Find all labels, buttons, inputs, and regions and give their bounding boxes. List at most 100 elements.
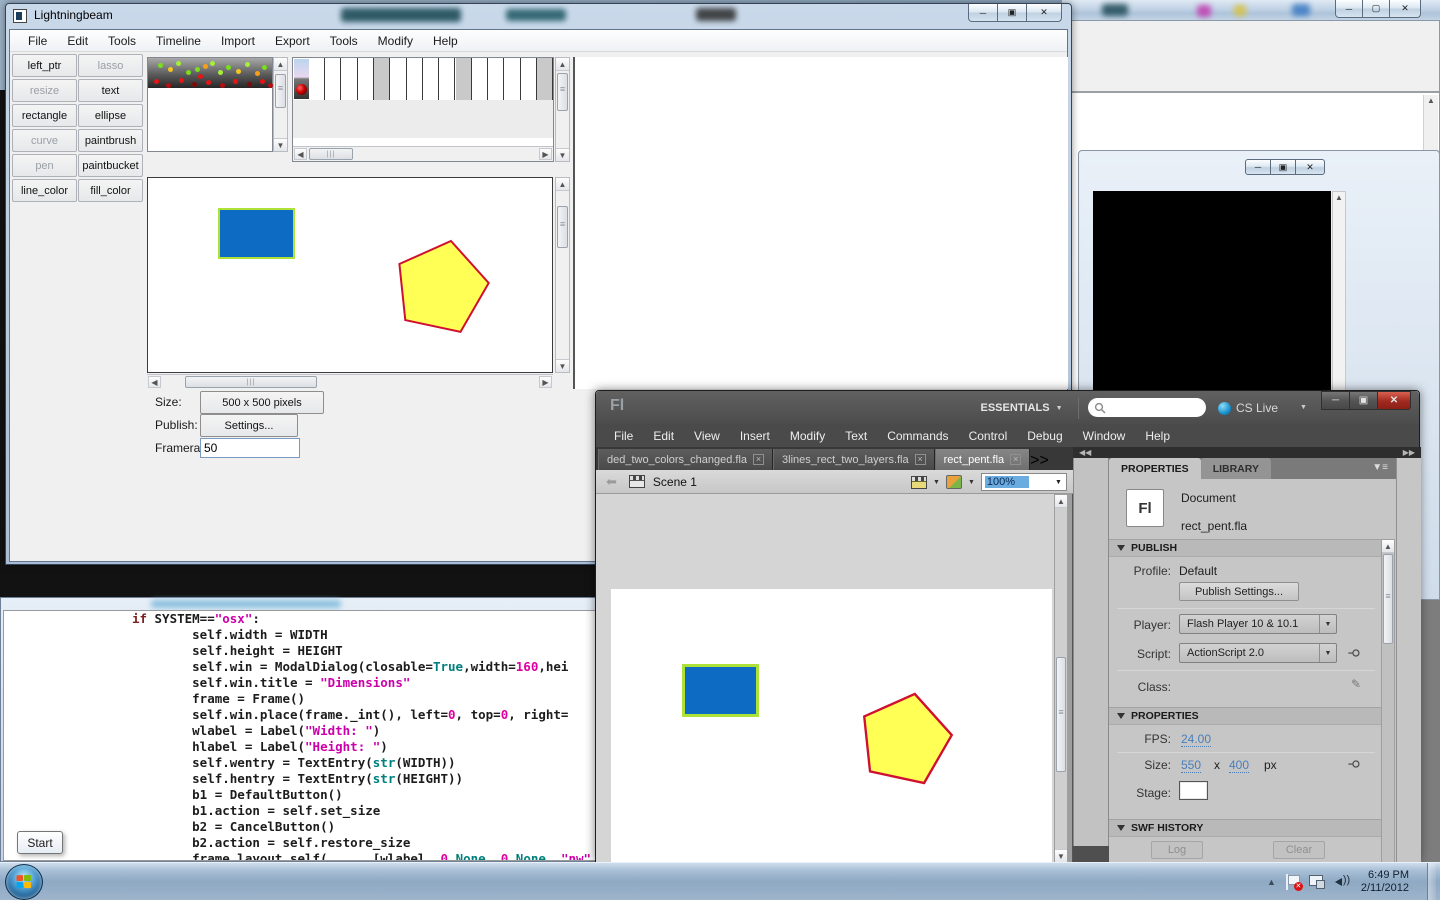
lb-tool-paintbrush[interactable]: paintbrush (78, 129, 143, 152)
timeline-vertical-scrollbar[interactable]: ▲ ▼ (273, 57, 288, 152)
lb-tool-paintbucket[interactable]: paintbucket (78, 154, 143, 177)
edit-symbols-icon[interactable] (946, 475, 962, 489)
scroll-up-icon[interactable]: ▲ (274, 58, 287, 71)
tab-close-icon[interactable]: × (915, 454, 926, 465)
minimize-icon[interactable]: ─ (1335, 0, 1363, 18)
scroll-up-icon[interactable]: ▲ (556, 58, 569, 71)
close-icon[interactable]: ✕ (1377, 391, 1411, 410)
lb-tool-rectangle[interactable]: rectangle (12, 104, 77, 127)
scroll-down-icon[interactable]: ▼ (1055, 849, 1067, 862)
flash-titlebar[interactable]: Fl ESSENTIALS▼ CS Live ▼ ─ ▣ ✕ (596, 391, 1419, 424)
chevron-down-icon[interactable]: ▼ (1055, 479, 1066, 486)
player-dropdown[interactable]: Flash Player 10 & 10.1▼ (1179, 614, 1337, 634)
stage-vertical-scrollbar[interactable]: ▲ ▼ (1054, 494, 1068, 863)
fps-value[interactable]: 24.00 (1181, 732, 1211, 747)
close-icon[interactable]: ✕ (1026, 4, 1062, 22)
action-center-icon[interactable]: ✕ (1286, 874, 1299, 890)
stage-height-value[interactable]: 400 (1229, 758, 1249, 773)
cs-live-button[interactable]: CS Live (1218, 398, 1278, 418)
scroll-right-icon[interactable]: ▶ (539, 148, 552, 160)
canvas-blue-rectangle[interactable] (218, 208, 295, 259)
timeline-frame-5[interactable] (374, 58, 390, 100)
scroll-down-icon[interactable]: ▼ (556, 148, 569, 161)
tab-close-icon[interactable]: × (753, 454, 764, 465)
timeline-frame-15[interactable] (537, 58, 553, 100)
lb-tool-resize[interactable]: resize (12, 79, 77, 102)
search-input[interactable] (1088, 398, 1206, 417)
lightningbeam-canvas[interactable] (147, 177, 553, 373)
timeline-frame-3[interactable] (342, 58, 358, 100)
flash-menu-view[interactable]: View (684, 426, 730, 446)
stage-yellow-pentagon[interactable] (856, 689, 954, 789)
scroll-left-icon[interactable]: ◀ (294, 148, 307, 160)
lb-tool-line_color[interactable]: line_color (12, 179, 77, 202)
show-hidden-icons-button[interactable]: ▲ (1267, 877, 1276, 887)
code-editor-content[interactable]: if SYSTEM=="osx": self.width = WIDTH sel… (3, 610, 598, 861)
properties-section-header[interactable]: PROPERTIES (1109, 707, 1381, 725)
size-button[interactable]: 500 x 500 pixels (200, 391, 324, 414)
framerate-input[interactable] (200, 438, 300, 458)
scroll-up-icon[interactable]: ▲ (1382, 540, 1394, 553)
wrench-icon[interactable]: ⚲ (1346, 759, 1362, 769)
lb-menu-1-edit[interactable]: Edit (57, 32, 98, 50)
maximize-icon[interactable]: ▣ (1349, 391, 1378, 410)
volume-icon[interactable]: )‌) (1335, 875, 1351, 889)
panel-scrollbar[interactable]: ▲ ▼ (1381, 539, 1395, 900)
minimize-icon[interactable]: ─ (1245, 159, 1271, 175)
scroll-right-icon[interactable]: ▶ (539, 376, 552, 388)
lb-tool-text[interactable]: text (78, 79, 143, 102)
stage-color-swatch[interactable] (1179, 781, 1208, 800)
scrollbar-thumb[interactable] (557, 206, 568, 248)
minimize-icon[interactable]: ─ (1321, 391, 1350, 410)
scrollbar-thumb[interactable] (185, 376, 317, 388)
lb-tool-ellipse[interactable]: ellipse (78, 104, 143, 127)
timeline-frame-11[interactable] (472, 58, 488, 100)
timeline-frames-panel[interactable]: ◀ ▶ (292, 57, 554, 162)
lb-tool-pen[interactable]: pen (12, 154, 77, 177)
timeline-frame-7[interactable] (407, 58, 423, 100)
flash-pasteboard[interactable] (596, 494, 1054, 863)
lb-tool-curve[interactable]: curve (12, 129, 77, 152)
timeline-layers-panel[interactable] (147, 57, 273, 152)
maximize-icon[interactable]: ▣ (997, 4, 1027, 22)
minimize-icon[interactable]: ─ (968, 4, 998, 22)
canvas-vertical-scrollbar[interactable]: ▲ ▼ (555, 177, 570, 373)
lb-tool-lasso[interactable]: lasso (78, 54, 143, 77)
clear-button[interactable]: Clear (1273, 841, 1325, 859)
start-button[interactable] (5, 864, 43, 900)
timeline-frame-10[interactable] (456, 58, 472, 100)
timeline-frame-12[interactable] (488, 58, 504, 100)
expand-panels-icon[interactable]: ▶▶ (1403, 448, 1415, 457)
scroll-up-icon[interactable]: ▲ (556, 178, 569, 191)
lb-tool-left_ptr[interactable]: left_ptr (12, 54, 77, 77)
publish-settings-button[interactable]: Settings... (200, 414, 298, 437)
lightningbeam-titlebar[interactable]: Lightningbeam (6, 4, 1071, 28)
zoom-value[interactable]: 100% (985, 476, 1029, 488)
flash-menu-help[interactable]: Help (1135, 426, 1180, 446)
timeline-frame-6[interactable] (391, 58, 407, 100)
flash-menu-commands[interactable]: Commands (877, 426, 958, 446)
tab-overflow-icon[interactable]: >> (1030, 452, 1049, 470)
publish-settings-button[interactable]: Publish Settings... (1179, 582, 1299, 601)
frames-vertical-scrollbar[interactable]: ▲ ▼ (555, 57, 570, 162)
lb-menu-8-help[interactable]: Help (423, 32, 468, 50)
timeline-keyframe-strip[interactable] (148, 58, 272, 88)
lb-menu-0-file[interactable]: File (18, 32, 57, 50)
timeline-frame-8[interactable] (423, 58, 439, 100)
flash-menu-control[interactable]: Control (959, 426, 1018, 446)
lb-menu-5-export[interactable]: Export (265, 32, 320, 50)
lb-menu-6-tools[interactable]: Tools (320, 32, 368, 50)
clock[interactable]: 6:49 PM 2/11/2012 (1361, 869, 1417, 895)
frames-strip[interactable] (293, 58, 553, 100)
back-arrow-icon[interactable]: ⬅ (606, 474, 617, 490)
layer-icon[interactable] (294, 59, 309, 99)
pencil-icon[interactable]: ✎ (1351, 677, 1361, 691)
show-desktop-button[interactable] (1427, 863, 1436, 900)
flash-tab-rect_pent.fla[interactable]: rect_pent.fla× (935, 449, 1031, 470)
flash-menu-modify[interactable]: Modify (780, 426, 835, 446)
scroll-down-icon[interactable]: ▼ (274, 138, 287, 151)
lb-menu-3-timeline[interactable]: Timeline (146, 32, 211, 50)
publish-section-header[interactable]: PUBLISH (1109, 539, 1381, 557)
chevron-down-icon[interactable]: ▼ (1300, 404, 1307, 411)
zoom-control[interactable]: 100% ▼ (981, 473, 1067, 491)
